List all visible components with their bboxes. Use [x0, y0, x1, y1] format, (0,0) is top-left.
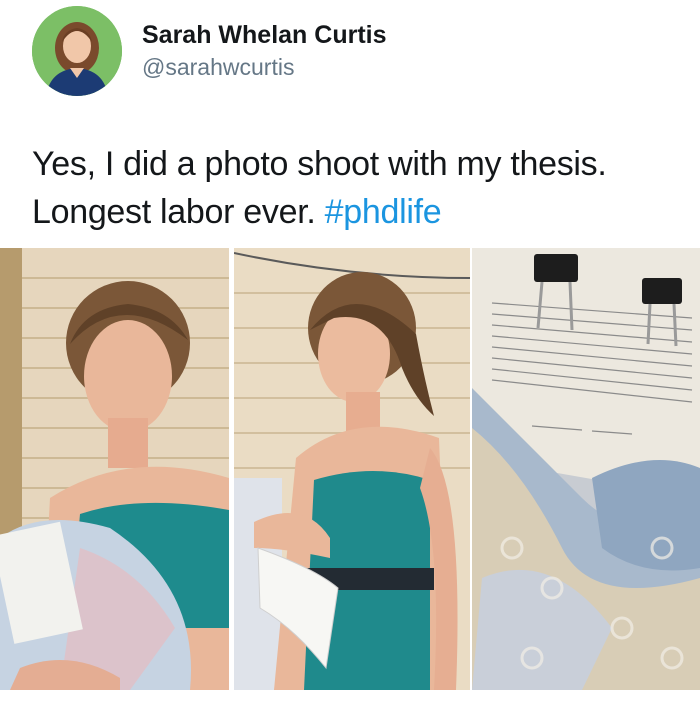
photo-1-image: [0, 248, 229, 690]
username-handle[interactable]: @sarahwcurtis: [142, 52, 387, 82]
photo-3[interactable]: [472, 248, 700, 690]
photo-2[interactable]: [234, 248, 470, 690]
tweet-text-line-2: Longest labor ever. #phdlife: [32, 188, 682, 236]
avatar[interactable]: [32, 6, 122, 96]
tweet-text-line-1: Yes, I did a photo shoot with my thesis.: [32, 145, 607, 183]
photo-2-image: [234, 248, 470, 690]
hashtag-link[interactable]: #phdlife: [325, 193, 442, 231]
tweet-card: Sarah Whelan Curtis @sarahwcurtis Yes, I…: [0, 0, 700, 706]
display-name[interactable]: Sarah Whelan Curtis: [142, 20, 387, 50]
tweet-header: Sarah Whelan Curtis @sarahwcurtis: [32, 6, 387, 96]
tweet-text: Yes, I did a photo shoot with my thesis.…: [32, 140, 682, 236]
avatar-portrait-icon: [32, 6, 122, 96]
author-names: Sarah Whelan Curtis @sarahwcurtis: [142, 20, 387, 82]
tweet-text-line-2-body: Longest labor ever.: [32, 193, 325, 231]
photo-1[interactable]: [0, 248, 229, 690]
photo-3-image: [472, 248, 700, 690]
photo-grid: [0, 248, 700, 690]
